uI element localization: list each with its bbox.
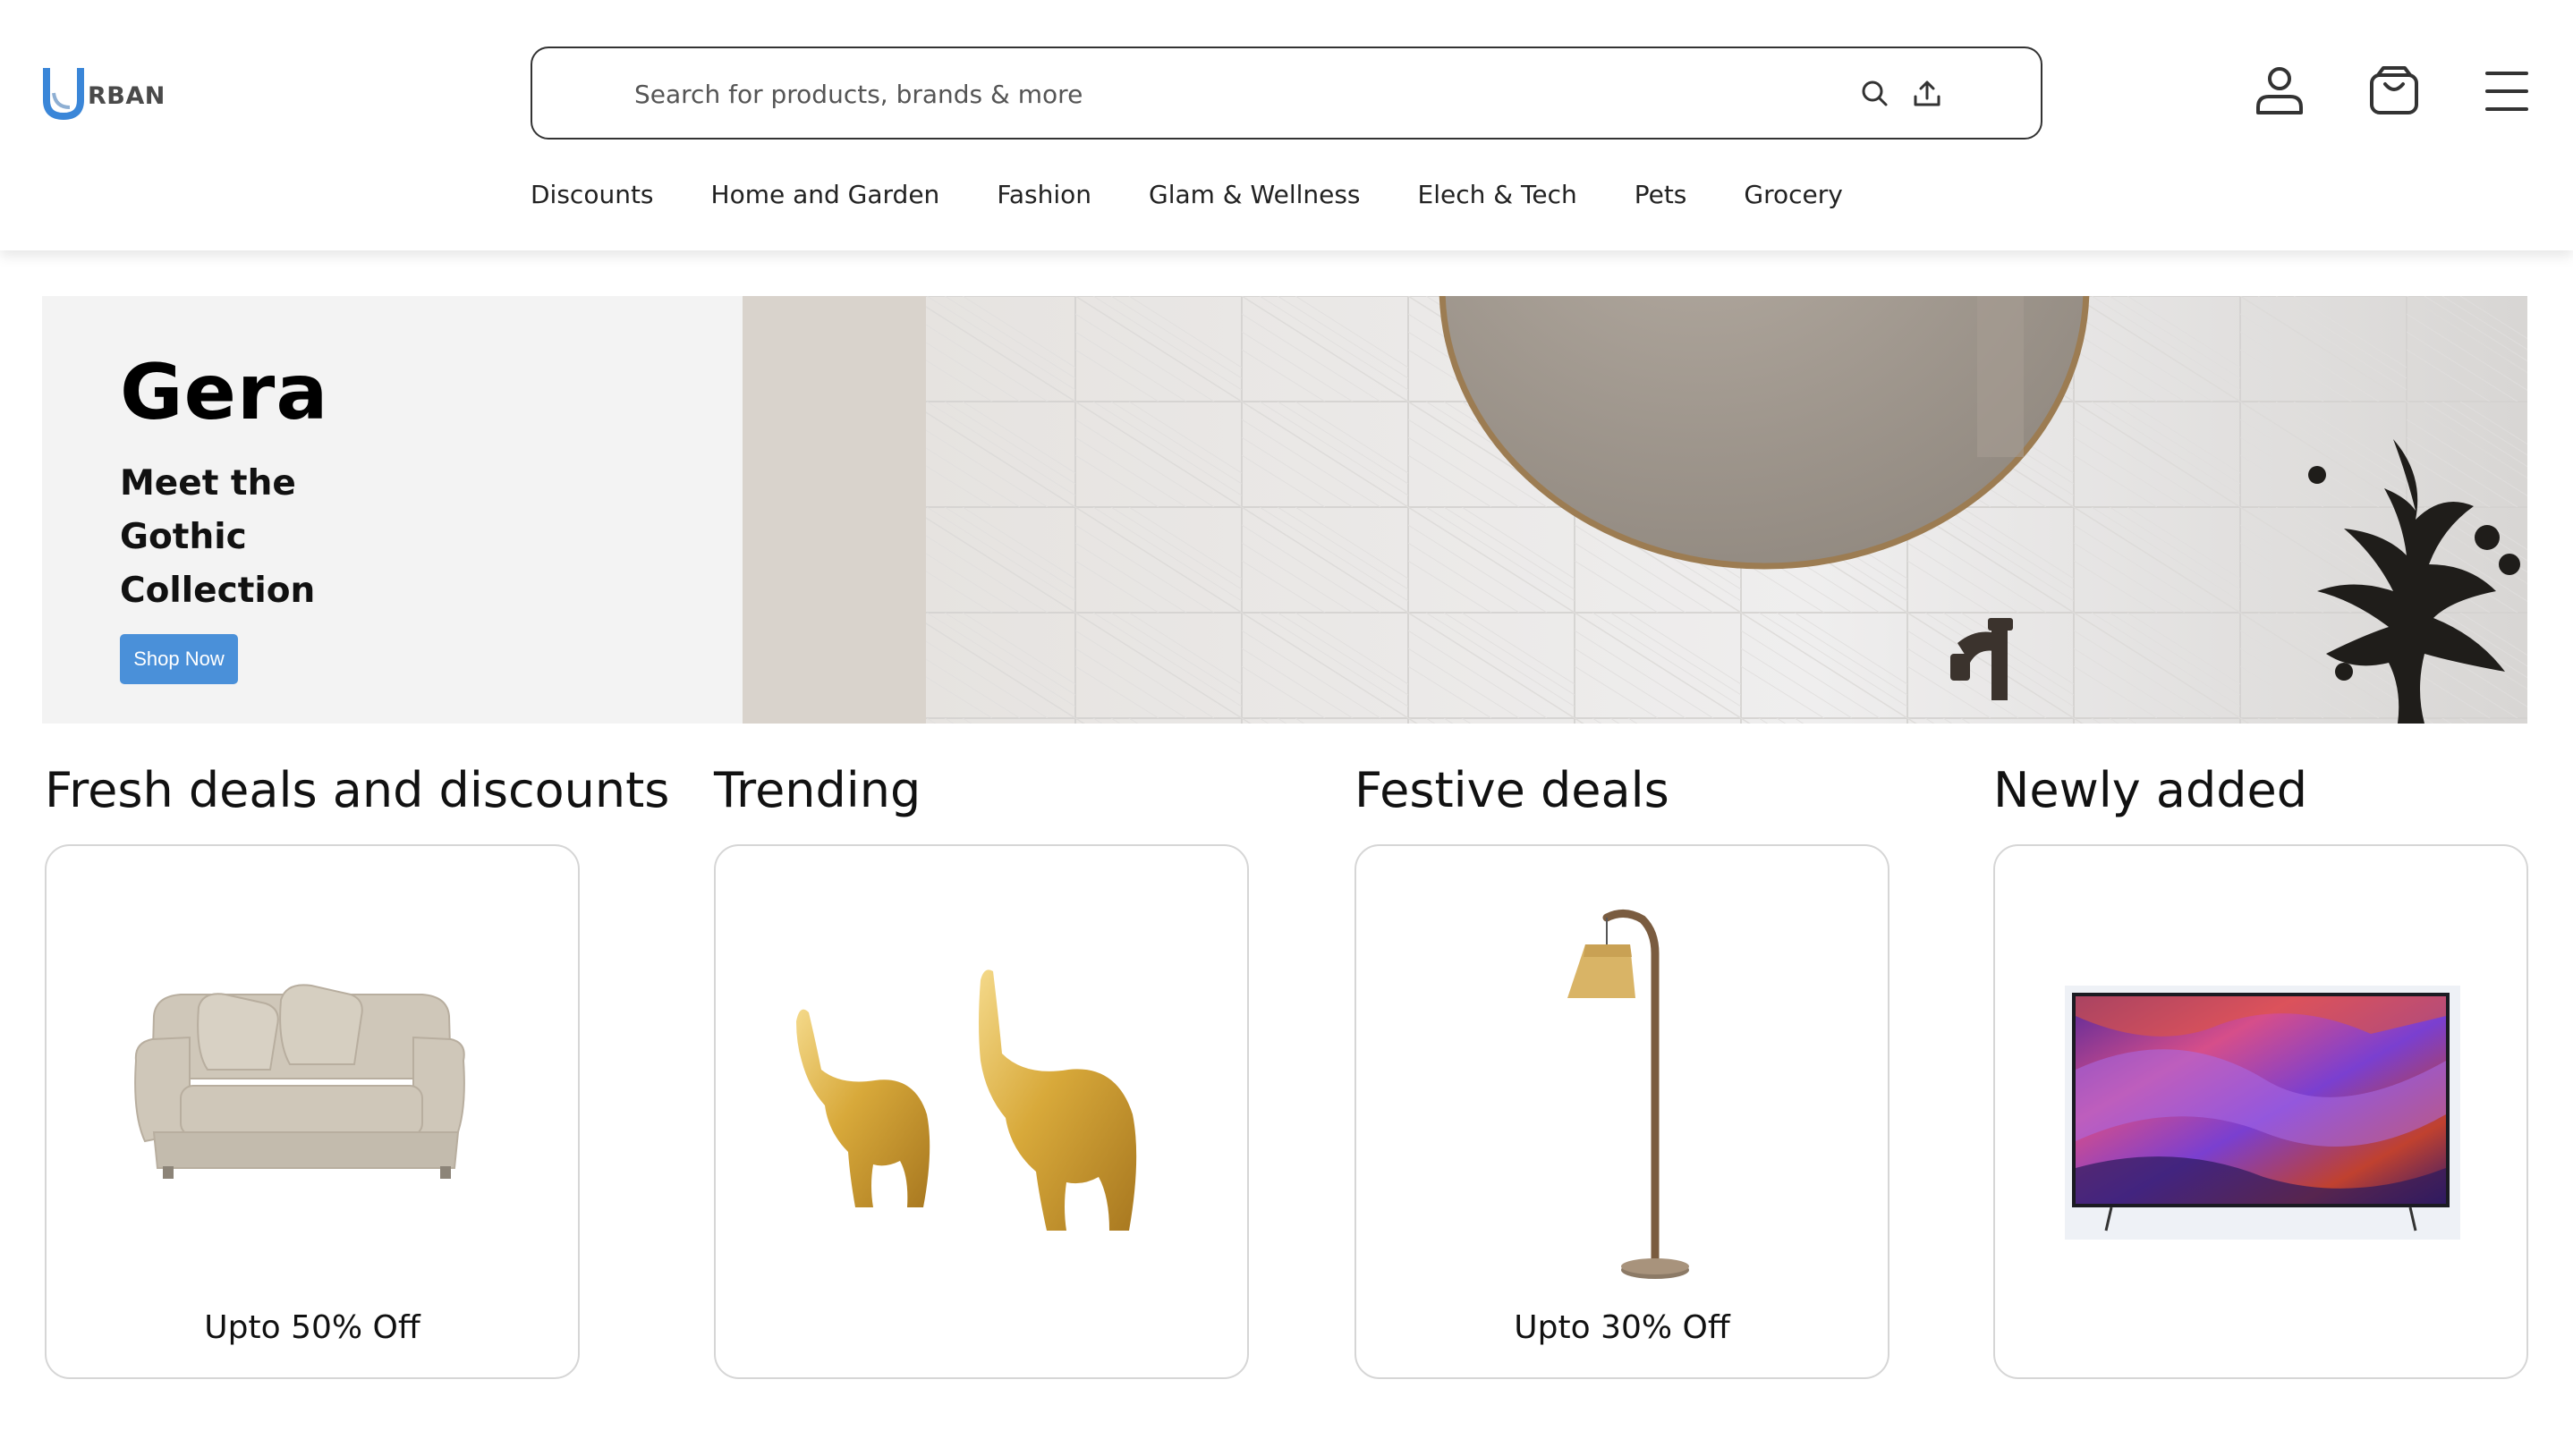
hero-bathroom-image (743, 296, 2527, 724)
floor-lamp-image (1567, 910, 1689, 1279)
shop-now-button[interactable]: Shop Now (120, 634, 238, 684)
nav-item-pets[interactable]: Pets (1635, 175, 1687, 215)
hero-banner: Gera Meet the Gothic Collection Shop Now (42, 296, 2527, 724)
card-caption: Upto 30% Off (1514, 1309, 1730, 1346)
deal-card-trending[interactable] (714, 844, 1249, 1379)
television-image (2065, 986, 2460, 1240)
upload-icon[interactable] (1910, 77, 1944, 111)
hero-subtitle: Meet the Gothic Collection (120, 463, 316, 611)
section-title-trending: Trending (714, 762, 921, 818)
section-title-fresh-deals: Fresh deals and discounts (45, 762, 670, 818)
nav-item-fashion[interactable]: Fashion (997, 175, 1091, 215)
card-caption: Upto 50% Off (204, 1309, 420, 1346)
gold-elephant-figurines-image (796, 969, 1137, 1231)
site-header: RBAN Discounts Home and Garden Fashion G… (0, 0, 2573, 250)
sofa-image (134, 984, 465, 1179)
shopping-bag-icon[interactable] (2362, 59, 2426, 123)
nav-item-elech-tech[interactable]: Elech & Tech (1418, 175, 1577, 215)
search-icon[interactable] (1858, 77, 1892, 111)
brand-logo[interactable]: RBAN (43, 66, 166, 120)
search-input[interactable] (633, 75, 1799, 113)
nav-item-discounts[interactable]: Discounts (531, 175, 654, 215)
section-title-newly-added: Newly added (1993, 762, 2308, 818)
user-icon[interactable] (2247, 59, 2312, 123)
search-bar (531, 47, 2042, 140)
hero-title: Gera (120, 348, 329, 437)
hamburger-menu-icon[interactable] (2475, 59, 2539, 123)
nav-item-glam-wellness[interactable]: Glam & Wellness (1149, 175, 1361, 215)
deal-card-fresh-deals[interactable]: Upto 50% Off (45, 844, 580, 1379)
nav-item-grocery[interactable]: Grocery (1744, 175, 1842, 215)
deal-card-newly-added[interactable] (1993, 844, 2528, 1379)
section-title-festive-deals: Festive deals (1354, 762, 1669, 818)
category-nav: Discounts Home and Garden Fashion Glam &… (531, 175, 1900, 215)
nav-item-home-and-garden[interactable]: Home and Garden (711, 175, 940, 215)
brand-logo-mark (43, 68, 84, 120)
brand-name: RBAN (88, 81, 166, 110)
deal-card-festive-deals[interactable]: Upto 30% Off (1354, 844, 1889, 1379)
